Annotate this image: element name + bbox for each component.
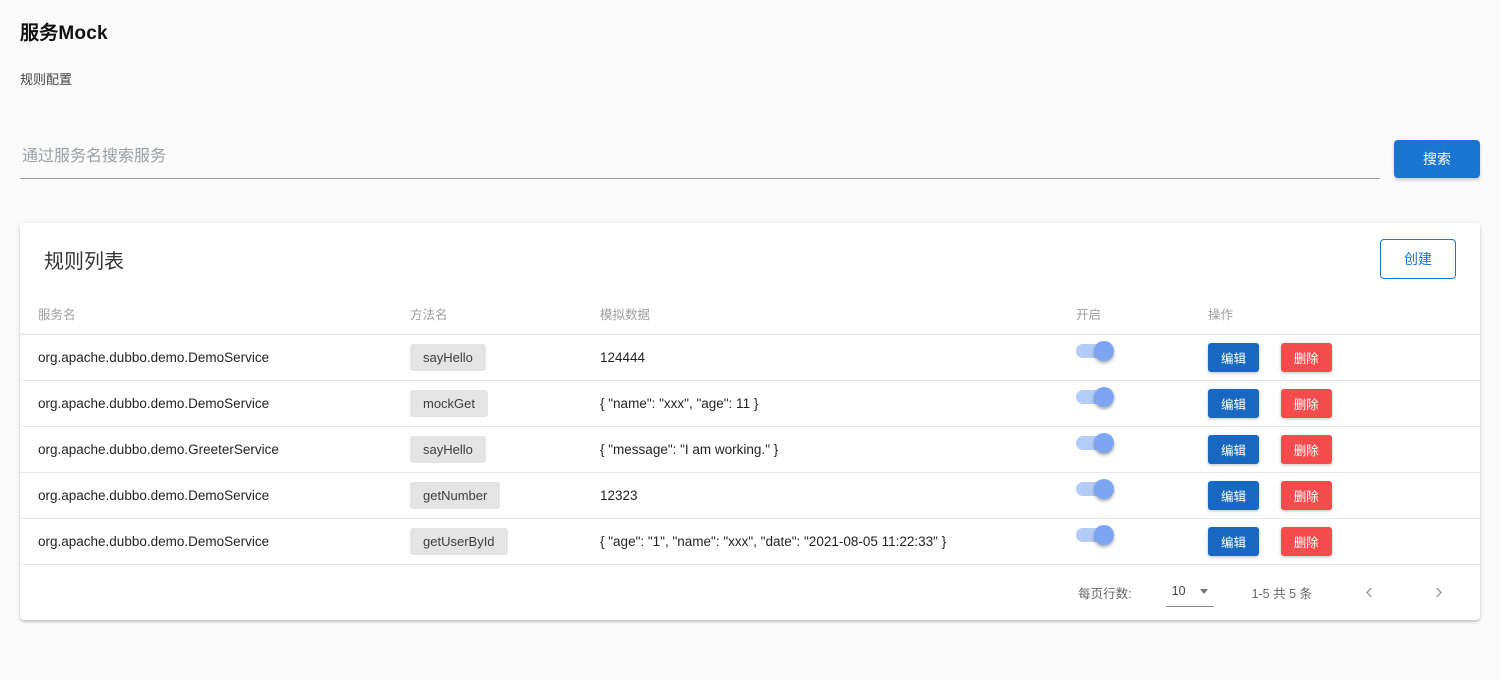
table-header-row: 服务名 方法名 模拟数据 开启 操作 bbox=[20, 293, 1480, 335]
previous-page-button[interactable] bbox=[1358, 581, 1381, 604]
table-row: org.apache.dubbo.demo.DemoService sayHel… bbox=[20, 335, 1480, 381]
caret-down-icon bbox=[1199, 588, 1208, 594]
chevron-right-icon bbox=[1436, 587, 1442, 598]
edit-button[interactable]: 编辑 bbox=[1208, 389, 1260, 418]
enable-toggle[interactable] bbox=[1076, 341, 1116, 361]
table-row: org.apache.dubbo.demo.DemoService getNum… bbox=[20, 473, 1480, 519]
mock-data: { "age": "1", "name": "xxx", "date": "20… bbox=[600, 534, 947, 549]
method-chip: getNumber bbox=[410, 482, 501, 509]
rows-per-page-value: 10 bbox=[1171, 584, 1186, 598]
next-page-button[interactable] bbox=[1427, 581, 1450, 604]
method-chip: getUserById bbox=[410, 528, 508, 555]
mock-data: 12323 bbox=[600, 488, 638, 503]
toggle-thumb bbox=[1094, 525, 1114, 545]
table-row: org.apache.dubbo.demo.DemoService mockGe… bbox=[20, 381, 1480, 427]
card-title: 规则列表 bbox=[44, 250, 124, 273]
mock-data: { "name": "xxx", "age": 11 } bbox=[600, 396, 759, 411]
search-field bbox=[20, 140, 1380, 179]
column-header-service: 服务名 bbox=[38, 308, 76, 322]
enable-toggle[interactable] bbox=[1076, 433, 1116, 453]
delete-button[interactable]: 删除 bbox=[1280, 435, 1332, 464]
bottom-spacer bbox=[20, 620, 1480, 680]
table-row: org.apache.dubbo.demo.DemoService getUse… bbox=[20, 519, 1480, 565]
toggle-thumb bbox=[1094, 433, 1114, 453]
column-header-method: 方法名 bbox=[410, 308, 448, 322]
mock-data: 124444 bbox=[600, 350, 646, 365]
delete-button[interactable]: 删除 bbox=[1280, 343, 1332, 372]
mock-data: { "message": "I am working." } bbox=[600, 442, 779, 457]
mock-rule-page: 服务Mock 规则配置 搜索 规则列表 创建 服务名 方法名 模拟数据 开启 操… bbox=[0, 0, 1500, 680]
method-chip: mockGet bbox=[410, 390, 489, 417]
search-input[interactable] bbox=[20, 140, 1380, 179]
column-header-mockdata: 模拟数据 bbox=[600, 308, 651, 322]
table-row: org.apache.dubbo.demo.GreeterService say… bbox=[20, 427, 1480, 473]
edit-button[interactable]: 编辑 bbox=[1208, 481, 1260, 510]
card-header: 规则列表 创建 bbox=[20, 223, 1480, 293]
method-chip: sayHello bbox=[410, 344, 486, 371]
create-button[interactable]: 创建 bbox=[1380, 239, 1456, 279]
toggle-thumb bbox=[1094, 387, 1114, 407]
pagination-range-text: 1-5 共 5 条 bbox=[1251, 587, 1312, 601]
delete-button[interactable]: 删除 bbox=[1280, 527, 1332, 556]
service-name: org.apache.dubbo.demo.DemoService bbox=[38, 350, 270, 365]
delete-button[interactable]: 删除 bbox=[1280, 389, 1332, 418]
chevron-left-icon bbox=[1366, 587, 1372, 598]
rows-per-page-select[interactable]: 10 bbox=[1165, 578, 1214, 607]
search-bar: 搜索 bbox=[20, 140, 1480, 179]
breadcrumb: 规则配置 bbox=[20, 72, 73, 87]
rule-list-card: 规则列表 创建 服务名 方法名 模拟数据 开启 操作 org.apache.du… bbox=[20, 223, 1480, 620]
delete-button[interactable]: 删除 bbox=[1280, 481, 1332, 510]
method-chip: sayHello bbox=[410, 436, 486, 463]
edit-button[interactable]: 编辑 bbox=[1208, 435, 1260, 464]
search-button[interactable]: 搜索 bbox=[1394, 140, 1480, 178]
rows-per-page-label: 每页行数: bbox=[1078, 587, 1132, 601]
column-header-enabled: 开启 bbox=[1076, 308, 1102, 322]
column-header-actions: 操作 bbox=[1208, 308, 1234, 322]
page-title: 服务Mock bbox=[20, 23, 108, 44]
edit-button[interactable]: 编辑 bbox=[1208, 527, 1260, 556]
enable-toggle[interactable] bbox=[1076, 525, 1116, 545]
enable-toggle[interactable] bbox=[1076, 387, 1116, 407]
edit-button[interactable]: 编辑 bbox=[1208, 343, 1260, 372]
service-name: org.apache.dubbo.demo.DemoService bbox=[38, 534, 270, 549]
service-name: org.apache.dubbo.demo.DemoService bbox=[38, 396, 270, 411]
pagination: 每页行数: 10 1-5 共 5 条 bbox=[20, 565, 1480, 620]
toggle-thumb bbox=[1094, 479, 1114, 499]
service-name: org.apache.dubbo.demo.DemoService bbox=[38, 488, 270, 503]
enable-toggle[interactable] bbox=[1076, 479, 1116, 499]
toggle-thumb bbox=[1094, 341, 1114, 361]
service-name: org.apache.dubbo.demo.GreeterService bbox=[38, 442, 279, 457]
